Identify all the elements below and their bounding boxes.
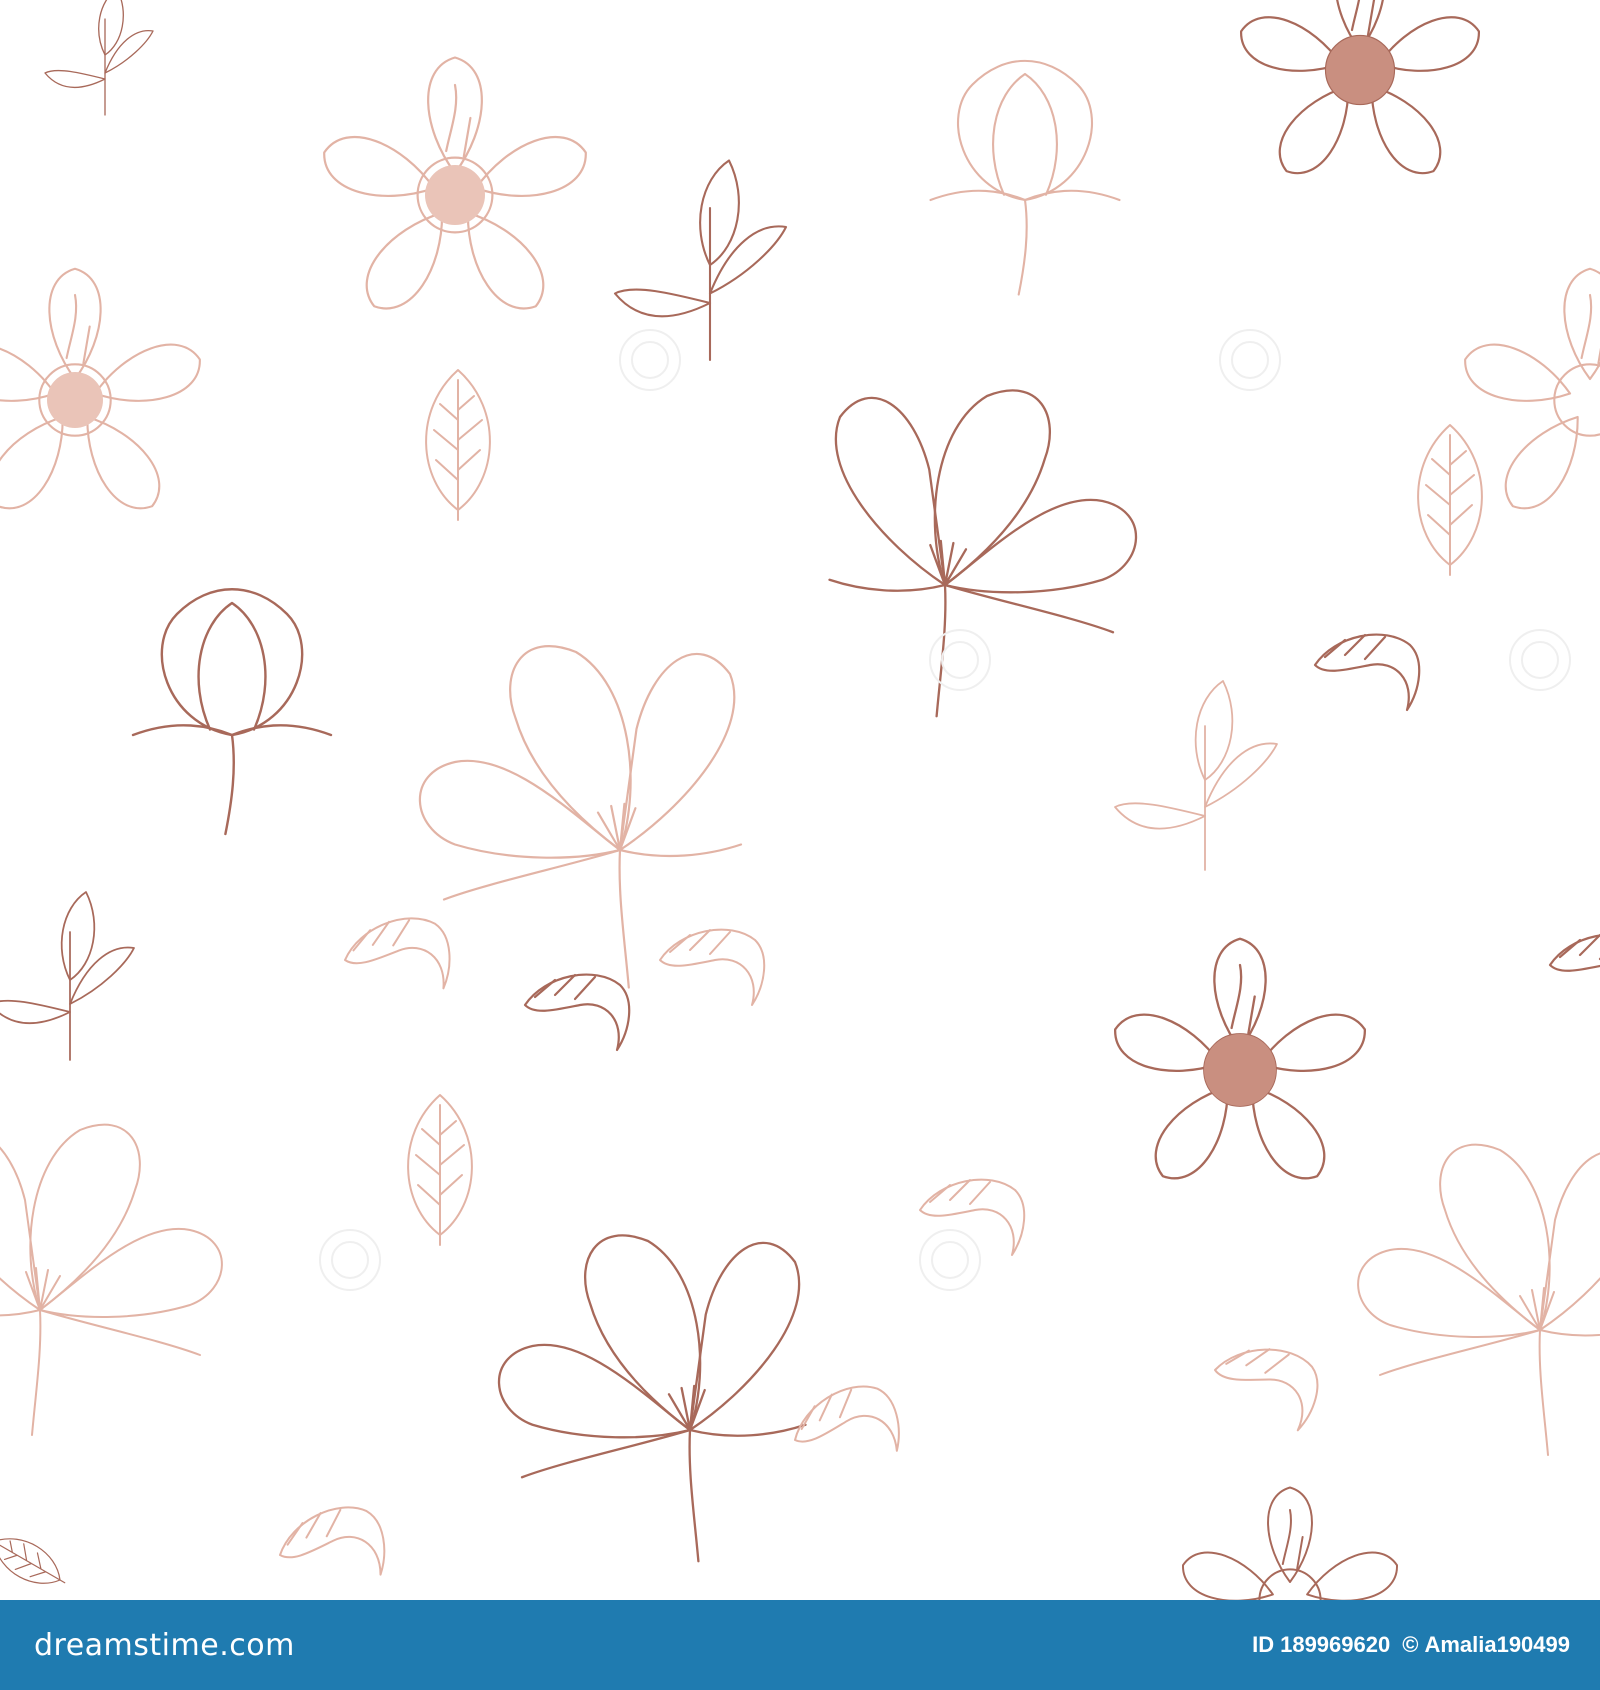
id-label: ID	[1252, 1632, 1275, 1657]
curl-leaf-6	[919, 1178, 1026, 1256]
leaf-1	[425, 369, 491, 521]
leaf-3	[407, 1094, 473, 1246]
curl-leaf-4	[338, 910, 457, 1006]
sprig-top-center	[613, 159, 788, 362]
brand-logo: dreamstime.com	[34, 1628, 295, 1663]
curl-leaf-9	[271, 1497, 394, 1600]
curl-leaf-1	[523, 973, 631, 1052]
open-flower-left	[0, 267, 209, 523]
footer-bar: dreamstime.com ID 189969620 © Amalia1904…	[0, 1600, 1600, 1690]
watermark-spirals	[319, 329, 1571, 1291]
id-value: 189969620	[1280, 1632, 1391, 1657]
author-name: Amalia190499	[1424, 1632, 1570, 1657]
sprig-top-left	[44, 0, 154, 116]
leaf-2	[1417, 424, 1483, 576]
side-flower-left-edge	[0, 1123, 223, 1436]
side-flower-middle	[418, 645, 743, 989]
curl-leaf-7	[783, 1374, 910, 1484]
brand-text: dreamstime.com	[34, 1627, 295, 1663]
curl-leaf-2	[1313, 633, 1421, 712]
bud-top-center	[929, 59, 1121, 296]
bud-left	[131, 588, 333, 836]
leaf-bottom-left	[0, 1525, 75, 1599]
image-meta: ID 189969620 © Amalia190499	[1252, 1632, 1570, 1658]
sprig-left	[0, 891, 135, 1061]
curl-leaf-8	[1206, 1339, 1324, 1434]
copyright-symbol: ©	[1402, 1632, 1419, 1657]
side-flower-bottom	[497, 1234, 807, 1563]
side-flower-center	[828, 389, 1138, 718]
curl-leaf-3	[1548, 933, 1600, 1012]
sprig-right	[1114, 680, 1278, 871]
partial-flower-bottom-right	[1175, 1486, 1405, 1600]
side-flower-right-edge	[1357, 1143, 1600, 1456]
open-flower-far-right	[1456, 267, 1600, 523]
floral-pattern	[0, 0, 1600, 1600]
curl-leaf-5	[659, 928, 766, 1006]
stock-image: dreamstime.com ID 189969620 © Amalia1904…	[0, 0, 1600, 1690]
